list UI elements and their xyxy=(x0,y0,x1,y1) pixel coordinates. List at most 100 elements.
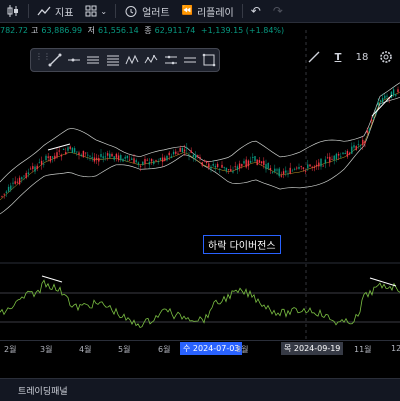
drag-handle-icon[interactable]: ⋮⋮ xyxy=(35,53,51,67)
candle-body xyxy=(89,155,91,157)
candle-body xyxy=(38,162,41,164)
candle-body xyxy=(58,150,60,152)
brush-icon[interactable] xyxy=(161,50,180,70)
parallel-channel-icon[interactable] xyxy=(84,50,103,70)
candle-body xyxy=(199,156,201,159)
ray-icon[interactable] xyxy=(64,50,83,70)
line-color-icon[interactable] xyxy=(305,48,323,66)
candle-body xyxy=(205,161,208,164)
candle-body xyxy=(45,155,47,161)
text-color-icon[interactable]: T xyxy=(329,48,347,66)
price-chart[interactable] xyxy=(0,30,400,340)
candle-body xyxy=(260,161,263,164)
candlestick-icon xyxy=(7,5,18,17)
x-tick: 3월 xyxy=(40,345,53,354)
candle-body xyxy=(282,171,285,175)
candle-body xyxy=(221,164,223,168)
candle-body xyxy=(157,161,159,163)
candle-body xyxy=(265,164,267,170)
divergence-callout[interactable]: 하락 다이버전스 xyxy=(203,235,281,254)
redo-button[interactable]: ↷ xyxy=(267,0,289,22)
candle-body xyxy=(16,181,19,183)
rectangle-icon[interactable] xyxy=(200,50,219,70)
undo-button[interactable]: ↶ xyxy=(245,0,267,22)
candle-body xyxy=(258,160,261,163)
candle-body xyxy=(368,128,371,132)
candle-body xyxy=(144,159,146,164)
top-toolbar: 지표 ⌄ 얼러트 ⏪ 리플레이 ↶ ↷ xyxy=(0,0,400,23)
x-tick: 5월 xyxy=(118,345,131,354)
candle-body xyxy=(128,159,131,161)
fib-icon[interactable] xyxy=(103,50,122,70)
trend-line-icon[interactable] xyxy=(45,50,64,70)
candle-body xyxy=(392,89,395,96)
candle-body xyxy=(14,181,16,184)
candle-body xyxy=(238,163,241,169)
candle-body xyxy=(54,155,56,160)
layout-grid-button[interactable]: ⌄ xyxy=(79,0,113,22)
trading-panel-tab[interactable]: 트레이딩패널 xyxy=(18,384,68,397)
candle-body xyxy=(10,185,12,190)
candle-body xyxy=(230,169,232,172)
candle-body xyxy=(344,153,346,155)
candle-body xyxy=(192,154,195,157)
candle-body xyxy=(188,154,190,156)
candle-body xyxy=(104,156,107,158)
candle-body xyxy=(106,153,109,156)
time-axis[interactable]: 2월 3월 4월 5월 6월 수 2024-07-03 8월 목 2024-09… xyxy=(0,340,400,357)
candle-body xyxy=(40,160,43,165)
measure-icon[interactable] xyxy=(180,50,199,70)
candle-body xyxy=(324,159,327,164)
candle-body xyxy=(12,182,14,184)
candle-body xyxy=(340,156,342,158)
candle-body xyxy=(397,89,399,92)
font-size-value[interactable]: 18 xyxy=(353,48,371,66)
pattern-icon[interactable] xyxy=(122,50,141,70)
rewind-icon: ⏪ xyxy=(181,6,193,16)
candle-body xyxy=(386,95,388,97)
candle-body xyxy=(245,159,247,168)
candle-body xyxy=(269,168,272,171)
candle-body xyxy=(263,160,265,166)
indicators-button[interactable]: 지표 xyxy=(31,0,79,22)
settings-icon[interactable] xyxy=(377,48,395,66)
crosshair-date-right: 목 2024-09-19 xyxy=(281,342,344,355)
drawing-properties: T 18 xyxy=(305,46,395,68)
candle-body xyxy=(346,151,349,157)
candle-body xyxy=(309,164,311,167)
rsi-line xyxy=(0,279,400,329)
change-value: +1,139.15 (+1.84%) xyxy=(200,26,285,35)
candle-body xyxy=(73,148,76,153)
candle-type-button[interactable] xyxy=(0,0,26,22)
candle-body xyxy=(307,164,309,169)
candle-body xyxy=(311,166,313,168)
candle-body xyxy=(27,172,30,175)
candle-body xyxy=(49,155,52,162)
candle-body xyxy=(76,151,78,153)
candle-body xyxy=(351,146,353,154)
alert-button[interactable]: 얼러트 xyxy=(118,0,176,22)
elliott-icon[interactable] xyxy=(142,50,161,70)
candle-body xyxy=(271,172,274,174)
alarm-clock-icon xyxy=(125,6,137,17)
candle-body xyxy=(146,159,148,161)
low-key: 저 xyxy=(87,26,96,35)
candle-body xyxy=(208,163,210,168)
replay-button[interactable]: ⏪ 리플레이 xyxy=(176,0,240,22)
candle-body xyxy=(102,156,104,159)
candle-body xyxy=(29,168,32,170)
candle-body xyxy=(80,154,82,156)
toolbar-divider xyxy=(241,4,243,18)
candle-body xyxy=(183,149,186,152)
candle-body xyxy=(254,156,256,162)
chevron-down-icon: ⌄ xyxy=(100,6,108,16)
candle-body xyxy=(300,166,302,167)
candle-body xyxy=(21,177,23,179)
candle-body xyxy=(18,177,21,185)
candle-body xyxy=(395,94,397,96)
candle-body xyxy=(256,159,258,166)
candle-body xyxy=(359,144,362,146)
candle-body xyxy=(126,155,129,159)
candle-body xyxy=(252,156,254,158)
bottom-panel-bar: 트레이딩패널 xyxy=(0,378,400,401)
